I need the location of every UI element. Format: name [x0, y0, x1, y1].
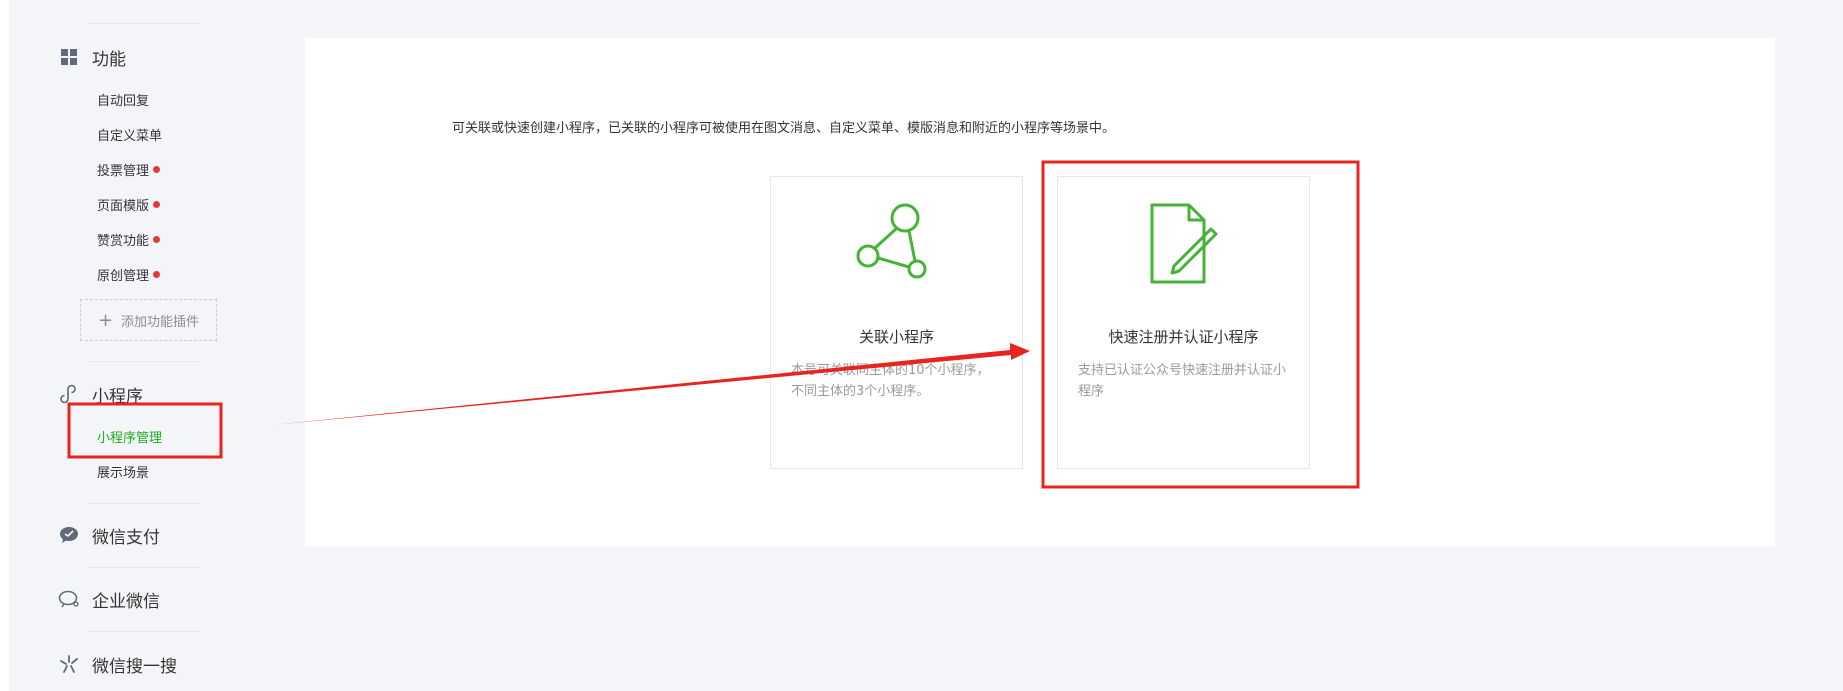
notification-dot: [153, 235, 161, 243]
sidebar-item-label: 原创管理: [97, 268, 150, 284]
sidebar-section-function[interactable]: 功能: [56, 44, 126, 70]
chat-bubble-icon: [56, 522, 82, 548]
notification-dot: [153, 270, 161, 278]
sidebar-item-reward[interactable]: 赞赏功能: [97, 229, 161, 249]
plus-icon: +: [97, 309, 114, 331]
divider: [88, 23, 200, 24]
page-description: 可关联或快速创建小程序，已关联的小程序可被使用在图文消息、自定义菜单、模版消息和…: [452, 121, 1116, 136]
sidebar-item-page-template[interactable]: 页面模版: [97, 194, 161, 214]
sidebar-item-label: 赞赏功能: [97, 233, 150, 249]
link-miniprogram-card[interactable]: 关联小程序 本号可关联同主体的10个小程序，不同主体的3个小程序。: [770, 176, 1023, 469]
sidebar-item-custom-menu[interactable]: 自定义菜单: [97, 124, 162, 144]
sidebar-section-label: 企业微信: [92, 591, 160, 612]
option-title: 快速注册并认证小程序: [1108, 328, 1259, 346]
sidebar-item-label: 自定义菜单: [97, 128, 163, 144]
main-content-card: [305, 38, 1775, 547]
window-edge: [0, 0, 9, 691]
sidebar-section-label: 微信支付: [92, 527, 160, 548]
sidebar-item-vote-management[interactable]: 投票管理: [97, 159, 161, 179]
divider: [88, 567, 200, 568]
sidebar-section-wechat-search[interactable]: 微信搜一搜: [56, 651, 177, 677]
share-nodes-icon: [771, 202, 1022, 292]
option-description: 本号可关联同主体的10个小程序，不同主体的3个小程序。: [791, 363, 990, 399]
grid-icon: [56, 44, 82, 70]
speech-icon: [56, 586, 82, 612]
sidebar-section-label: 功能: [92, 49, 126, 70]
search-spark-icon: [56, 651, 82, 677]
quick-register-miniprogram-card[interactable]: 快速注册并认证小程序 支持已认证公众号快速注册并认证小程序: [1057, 176, 1310, 469]
sidebar-item-label: 展示场景: [97, 465, 150, 481]
sidebar-section-label: 微信搜一搜: [92, 656, 177, 677]
sidebar-item-display-scenes[interactable]: 展示场景: [97, 461, 149, 481]
sidebar-item-label: 投票管理: [97, 163, 150, 179]
option-description: 支持已认证公众号快速注册并认证小程序: [1078, 363, 1287, 399]
sidebar-section-label: 小程序: [92, 386, 143, 407]
sidebar-item-label: 小程序管理: [97, 430, 163, 446]
sidebar-item-label: 自动回复: [97, 93, 150, 109]
option-title: 关联小程序: [858, 328, 934, 346]
divider: [88, 361, 200, 362]
add-plugin-button[interactable]: + 添加功能插件: [80, 299, 217, 341]
sidebar-section-miniprogram[interactable]: 小程序: [56, 381, 143, 407]
divider: [88, 631, 200, 632]
sidebar-item-auto-reply[interactable]: 自动回复: [97, 89, 149, 109]
sidebar-item-label: 页面模版: [97, 198, 150, 214]
notification-dot: [153, 165, 161, 173]
sidebar-section-wechat-pay[interactable]: 微信支付: [56, 522, 160, 548]
add-plugin-label: 添加功能插件: [121, 314, 200, 330]
sidebar-item-miniprogram-management[interactable]: 小程序管理: [97, 426, 162, 446]
divider: [88, 503, 200, 504]
sidebar-section-work-wechat[interactable]: 企业微信: [56, 586, 160, 612]
notification-dot: [153, 200, 161, 208]
document-pen-icon: [1058, 202, 1309, 292]
link-icon: [56, 381, 82, 407]
sidebar-item-original-management[interactable]: 原创管理: [97, 264, 161, 284]
